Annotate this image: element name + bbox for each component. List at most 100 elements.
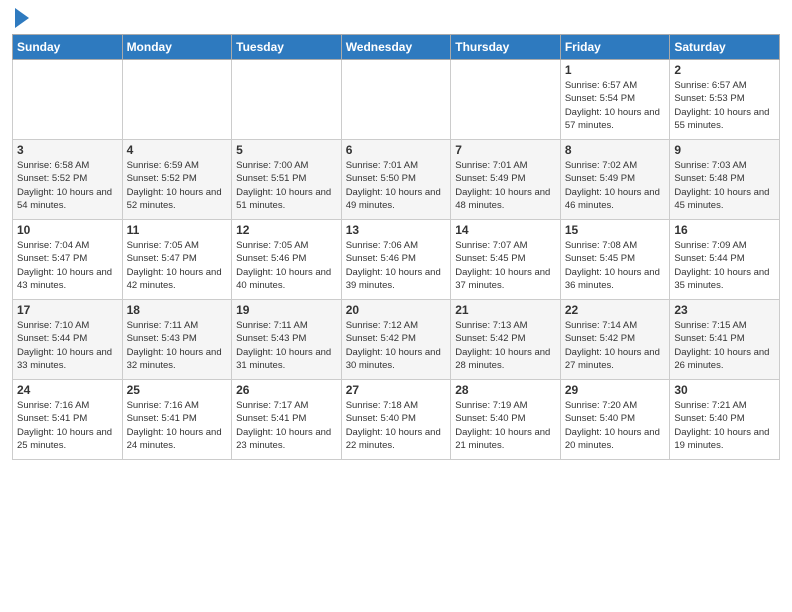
calendar-cell: 13Sunrise: 7:06 AM Sunset: 5:46 PM Dayli… bbox=[341, 220, 451, 300]
day-info: Sunrise: 7:14 AM Sunset: 5:42 PM Dayligh… bbox=[565, 319, 666, 372]
calendar-cell bbox=[451, 60, 561, 140]
day-number: 19 bbox=[236, 303, 337, 317]
day-info: Sunrise: 7:15 AM Sunset: 5:41 PM Dayligh… bbox=[674, 319, 775, 372]
day-info: Sunrise: 6:59 AM Sunset: 5:52 PM Dayligh… bbox=[127, 159, 228, 212]
calendar-cell: 2Sunrise: 6:57 AM Sunset: 5:53 PM Daylig… bbox=[670, 60, 780, 140]
calendar-cell: 16 Sunrise: 7:09 AM Sunset: 5:44 PM Dayli… bbox=[670, 220, 780, 300]
calendar-cell bbox=[341, 60, 451, 140]
calendar-cell: 30 Sunrise: 7:21 AM Sunset: 5:40 PM Dayli… bbox=[670, 380, 780, 460]
calendar-cell: 8 Sunrise: 7:02 AM Sunset: 5:49 PM Daylig… bbox=[560, 140, 670, 220]
logo bbox=[12, 10, 29, 28]
calendar-cell: 25 Sunrise: 7:16 AM Sunset: 5:41 PM Dayli… bbox=[122, 380, 232, 460]
day-number: 7 bbox=[455, 143, 556, 157]
day-number: 10 bbox=[17, 223, 118, 237]
calendar-cell: 1 Sunrise: 6:57 AM Sunset: 5:54 PM Daylig… bbox=[560, 60, 670, 140]
logo-arrow-icon bbox=[15, 8, 29, 28]
calendar-header-row: SundayMondayTuesdayWednesdayThursdayFrid… bbox=[13, 35, 780, 60]
calendar-cell: 23 Sunrise: 7:15 AM Sunset: 5:41 PM Dayli… bbox=[670, 300, 780, 380]
day-number: 20 bbox=[346, 303, 447, 317]
calendar-day-header: Friday bbox=[560, 35, 670, 60]
day-number: 13 bbox=[346, 223, 447, 237]
day-number: 18 bbox=[127, 303, 228, 317]
calendar-cell: 22 Sunrise: 7:14 AM Sunset: 5:42 PM Dayli… bbox=[560, 300, 670, 380]
calendar-cell: 10 Sunrise: 7:04 AM Sunset: 5:47 PM Dayli… bbox=[13, 220, 123, 300]
day-number: 3 bbox=[17, 143, 118, 157]
calendar-cell: 3 Sunrise: 6:58 AM Sunset: 5:52 PM Daylig… bbox=[13, 140, 123, 220]
day-number: 24 bbox=[17, 383, 118, 397]
page-container: SundayMondayTuesdayWednesdayThursdayFrid… bbox=[0, 0, 792, 470]
day-info: Sunrise: 7:09 AM Sunset: 5:44 PM Dayligh… bbox=[674, 239, 775, 292]
calendar-cell: 5 Sunrise: 7:00 AM Sunset: 5:51 PM Daylig… bbox=[232, 140, 342, 220]
calendar-cell: 14 Sunrise: 7:07 AM Sunset: 5:45 PM Dayli… bbox=[451, 220, 561, 300]
calendar-day-header: Tuesday bbox=[232, 35, 342, 60]
calendar-week-row: 10 Sunrise: 7:04 AM Sunset: 5:47 PM Dayli… bbox=[13, 220, 780, 300]
day-info: Sunrise: 7:16 AM Sunset: 5:41 PM Dayligh… bbox=[17, 399, 118, 452]
calendar-day-header: Sunday bbox=[13, 35, 123, 60]
calendar-cell: 29Sunrise: 7:20 AM Sunset: 5:40 PM Dayli… bbox=[560, 380, 670, 460]
day-number: 1 bbox=[565, 63, 666, 77]
calendar-week-row: 17 Sunrise: 7:10 AM Sunset: 5:44 PM Dayli… bbox=[13, 300, 780, 380]
day-info: Sunrise: 7:20 AM Sunset: 5:40 PM Dayligh… bbox=[565, 399, 666, 452]
calendar-cell: 18Sunrise: 7:11 AM Sunset: 5:43 PM Dayli… bbox=[122, 300, 232, 380]
calendar-cell: 11Sunrise: 7:05 AM Sunset: 5:47 PM Dayli… bbox=[122, 220, 232, 300]
day-info: Sunrise: 7:05 AM Sunset: 5:46 PM Dayligh… bbox=[236, 239, 337, 292]
day-info: Sunrise: 6:58 AM Sunset: 5:52 PM Dayligh… bbox=[17, 159, 118, 212]
day-info: Sunrise: 7:00 AM Sunset: 5:51 PM Dayligh… bbox=[236, 159, 337, 212]
calendar-cell: 6 Sunrise: 7:01 AM Sunset: 5:50 PM Daylig… bbox=[341, 140, 451, 220]
calendar-day-header: Wednesday bbox=[341, 35, 451, 60]
calendar-week-row: 3 Sunrise: 6:58 AM Sunset: 5:52 PM Daylig… bbox=[13, 140, 780, 220]
calendar-cell: 19 Sunrise: 7:11 AM Sunset: 5:43 PM Dayli… bbox=[232, 300, 342, 380]
day-info: Sunrise: 7:08 AM Sunset: 5:45 PM Dayligh… bbox=[565, 239, 666, 292]
calendar-cell: 28Sunrise: 7:19 AM Sunset: 5:40 PM Dayli… bbox=[451, 380, 561, 460]
day-info: Sunrise: 7:16 AM Sunset: 5:41 PM Dayligh… bbox=[127, 399, 228, 452]
day-number: 6 bbox=[346, 143, 447, 157]
day-number: 5 bbox=[236, 143, 337, 157]
day-number: 8 bbox=[565, 143, 666, 157]
calendar-cell: 27 Sunrise: 7:18 AM Sunset: 5:40 PM Dayli… bbox=[341, 380, 451, 460]
day-number: 15 bbox=[565, 223, 666, 237]
calendar-cell: 21Sunrise: 7:13 AM Sunset: 5:42 PM Dayli… bbox=[451, 300, 561, 380]
day-number: 16 bbox=[674, 223, 775, 237]
calendar-day-header: Monday bbox=[122, 35, 232, 60]
day-number: 22 bbox=[565, 303, 666, 317]
day-info: Sunrise: 7:07 AM Sunset: 5:45 PM Dayligh… bbox=[455, 239, 556, 292]
day-info: Sunrise: 7:01 AM Sunset: 5:50 PM Dayligh… bbox=[346, 159, 447, 212]
calendar-cell: 26 Sunrise: 7:17 AM Sunset: 5:41 PM Dayli… bbox=[232, 380, 342, 460]
calendar-cell: 17 Sunrise: 7:10 AM Sunset: 5:44 PM Dayli… bbox=[13, 300, 123, 380]
day-info: Sunrise: 7:21 AM Sunset: 5:40 PM Dayligh… bbox=[674, 399, 775, 452]
day-info: Sunrise: 7:03 AM Sunset: 5:48 PM Dayligh… bbox=[674, 159, 775, 212]
day-number: 11 bbox=[127, 223, 228, 237]
day-info: Sunrise: 7:01 AM Sunset: 5:49 PM Dayligh… bbox=[455, 159, 556, 212]
day-number: 23 bbox=[674, 303, 775, 317]
page-header bbox=[12, 10, 780, 28]
day-info: Sunrise: 6:57 AM Sunset: 5:54 PM Dayligh… bbox=[565, 79, 666, 132]
calendar-cell: 20Sunrise: 7:12 AM Sunset: 5:42 PM Dayli… bbox=[341, 300, 451, 380]
calendar-table: SundayMondayTuesdayWednesdayThursdayFrid… bbox=[12, 34, 780, 460]
day-info: Sunrise: 7:04 AM Sunset: 5:47 PM Dayligh… bbox=[17, 239, 118, 292]
calendar-cell: 24 Sunrise: 7:16 AM Sunset: 5:41 PM Dayli… bbox=[13, 380, 123, 460]
day-info: Sunrise: 7:18 AM Sunset: 5:40 PM Dayligh… bbox=[346, 399, 447, 452]
day-number: 2 bbox=[674, 63, 775, 77]
day-number: 26 bbox=[236, 383, 337, 397]
day-number: 27 bbox=[346, 383, 447, 397]
calendar-week-row: 1 Sunrise: 6:57 AM Sunset: 5:54 PM Daylig… bbox=[13, 60, 780, 140]
calendar-cell bbox=[232, 60, 342, 140]
day-number: 30 bbox=[674, 383, 775, 397]
calendar-day-header: Thursday bbox=[451, 35, 561, 60]
day-info: Sunrise: 7:17 AM Sunset: 5:41 PM Dayligh… bbox=[236, 399, 337, 452]
day-number: 12 bbox=[236, 223, 337, 237]
calendar-cell: 15 Sunrise: 7:08 AM Sunset: 5:45 PM Dayli… bbox=[560, 220, 670, 300]
day-info: Sunrise: 7:11 AM Sunset: 5:43 PM Dayligh… bbox=[236, 319, 337, 372]
day-number: 14 bbox=[455, 223, 556, 237]
day-info: Sunrise: 7:19 AM Sunset: 5:40 PM Dayligh… bbox=[455, 399, 556, 452]
day-number: 17 bbox=[17, 303, 118, 317]
calendar-cell: 9Sunrise: 7:03 AM Sunset: 5:48 PM Daylig… bbox=[670, 140, 780, 220]
day-info: Sunrise: 7:10 AM Sunset: 5:44 PM Dayligh… bbox=[17, 319, 118, 372]
day-info: Sunrise: 7:13 AM Sunset: 5:42 PM Dayligh… bbox=[455, 319, 556, 372]
calendar-cell bbox=[122, 60, 232, 140]
calendar-week-row: 24 Sunrise: 7:16 AM Sunset: 5:41 PM Dayli… bbox=[13, 380, 780, 460]
day-info: Sunrise: 7:02 AM Sunset: 5:49 PM Dayligh… bbox=[565, 159, 666, 212]
calendar-cell bbox=[13, 60, 123, 140]
day-number: 25 bbox=[127, 383, 228, 397]
calendar-cell: 7 Sunrise: 7:01 AM Sunset: 5:49 PM Daylig… bbox=[451, 140, 561, 220]
